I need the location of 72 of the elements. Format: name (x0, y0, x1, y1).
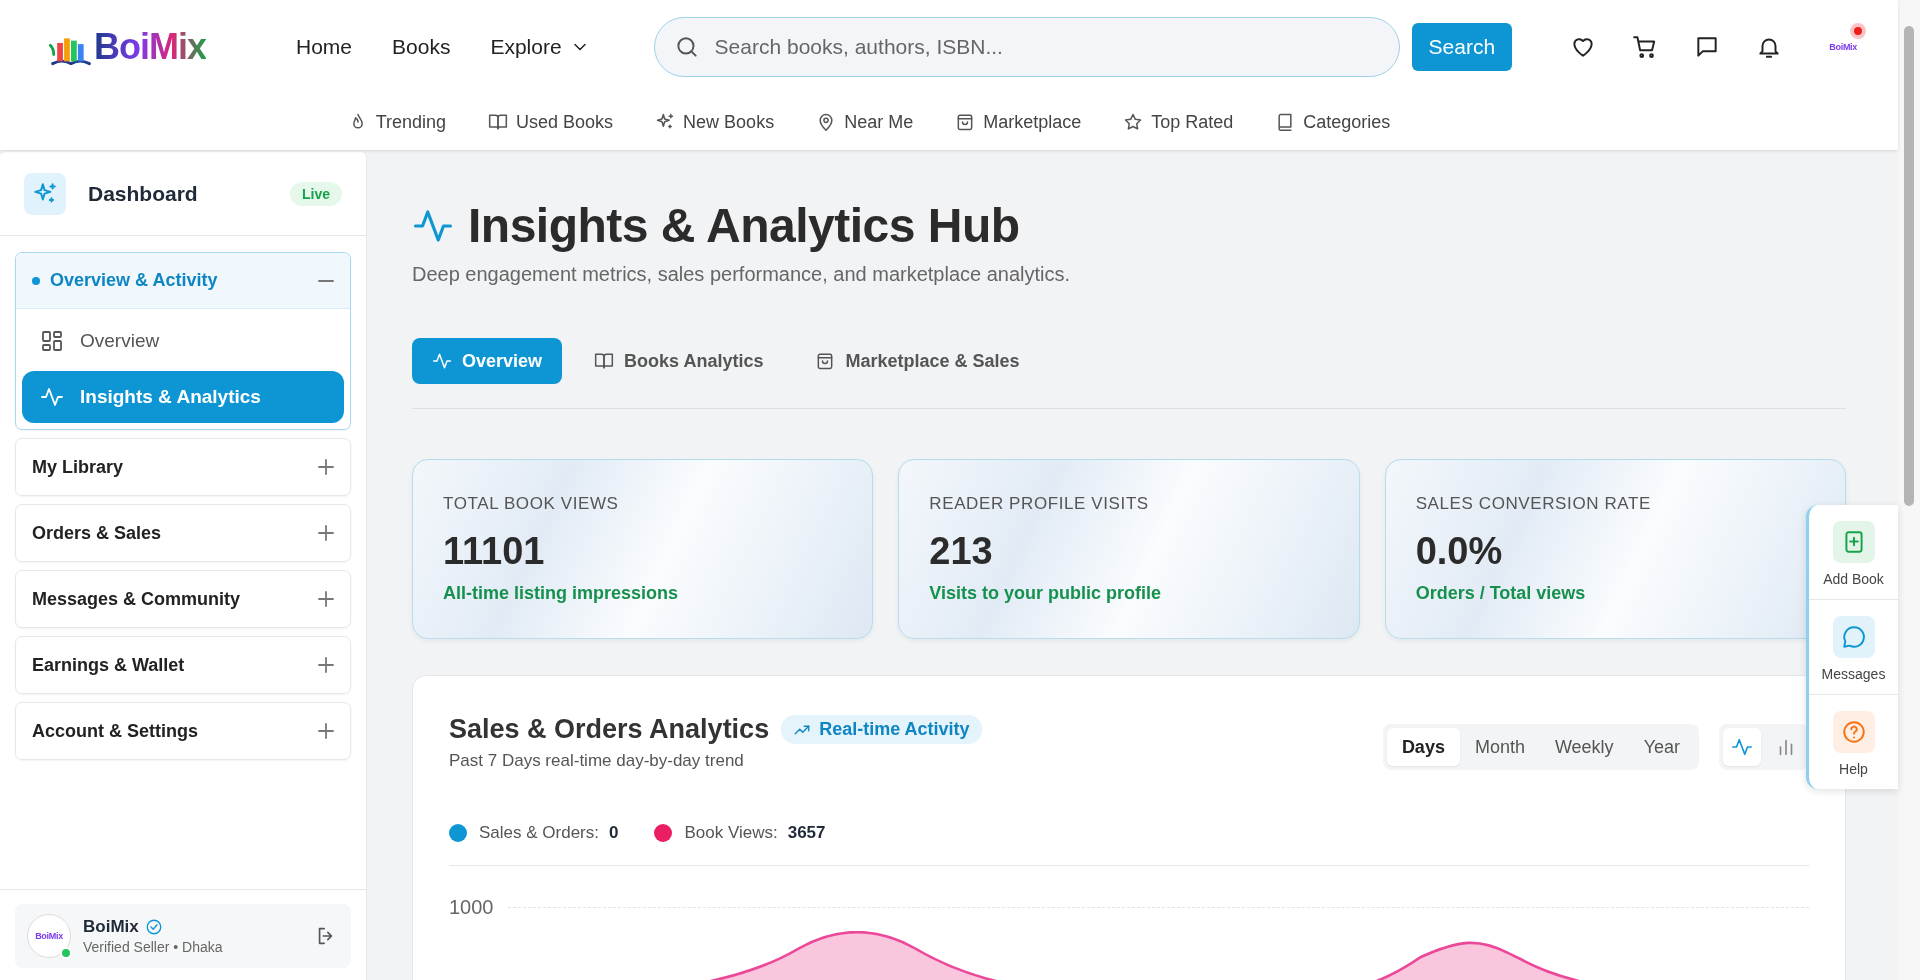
activity-badge: Real-time Activity (781, 715, 982, 744)
pulse-icon (40, 385, 64, 409)
book-icon (594, 351, 615, 371)
subnav-link[interactable]: New Books (655, 111, 775, 133)
stat-label: READER PROFILE VISITS (929, 494, 1150, 514)
scrollbar[interactable] (1898, 0, 1920, 980)
sparkle-icon (24, 172, 66, 215)
plus-icon (318, 591, 334, 607)
pulse-icon (432, 351, 452, 371)
period-option[interactable]: Year (1628, 728, 1695, 766)
page-subtitle: Deep engagement metrics, sales performance, and marketplace analytics. (412, 263, 1072, 286)
pulse-icon (1731, 736, 1753, 758)
group-header[interactable]: Messages & Community (16, 571, 350, 627)
star-icon (1123, 112, 1144, 132)
period-option[interactable]: Days (1386, 728, 1460, 766)
subnav-link[interactable]: Marketplace (955, 111, 1082, 133)
period-option[interactable]: Weekly (1539, 728, 1629, 766)
legend-value: 0 (609, 823, 619, 843)
help-icon (1840, 719, 1867, 745)
subnav-link[interactable]: Near Me (816, 111, 914, 133)
panel-subtitle: Past 7 Days real-time day-by-day trend (449, 751, 745, 771)
avatar: BoiMix (27, 914, 71, 958)
book-icon (488, 112, 509, 132)
line-chart-button[interactable] (1723, 728, 1761, 766)
group-header[interactable]: My Library (16, 439, 350, 495)
nav-link[interactable]: Home (296, 35, 353, 59)
stat-value: 11101 (443, 530, 546, 573)
stat-label: TOTAL BOOK VIEWS (443, 494, 620, 514)
panel-title: Sales & Orders Analytics (449, 714, 770, 745)
subnav-link[interactable]: Used Books (488, 111, 614, 133)
stat-value: 213 (929, 530, 994, 573)
group-header[interactable]: Orders & Sales (16, 505, 350, 561)
group-header[interactable]: Earnings & Wallet (16, 637, 350, 693)
subnav-link[interactable]: Trending (347, 111, 447, 133)
avatar[interactable]: BoiMix (1818, 27, 1869, 67)
page-title: Insights & Analytics Hub (468, 198, 1020, 253)
sidebar-title: Dashboard (88, 181, 199, 206)
chat-bubble-icon (1840, 624, 1867, 650)
quick-action-button[interactable]: Help (1809, 695, 1898, 789)
grid-icon (40, 329, 64, 353)
live-badge: Live (290, 181, 342, 206)
stat-note: Visits to your public profile (929, 583, 1163, 604)
quick-action-button[interactable]: Add Book (1809, 505, 1898, 600)
tab[interactable]: Marketplace & Sales (795, 338, 1040, 384)
stat-value: 0.0% (1415, 530, 1504, 573)
period-option[interactable]: Month (1459, 728, 1540, 766)
minus-icon (318, 278, 334, 283)
sidebar-item[interactable]: Overview (22, 315, 344, 367)
legend-value: 3657 (787, 823, 826, 843)
explore-dropdown[interactable]: Explore (490, 35, 590, 59)
quick-action-button[interactable]: Messages (1809, 600, 1898, 695)
subnav-link[interactable]: Categories (1275, 111, 1391, 133)
stat-note: Orders / Total views (1415, 583, 1587, 604)
bullet-dot (32, 276, 40, 285)
plus-icon (318, 723, 334, 739)
search-field[interactable]: Search books, authors, ISBN... (653, 17, 1400, 77)
nav-link[interactable]: Books (392, 35, 451, 59)
user-name: BoiMix (83, 917, 139, 937)
legend-label: Sales & Orders: (479, 823, 599, 843)
axis-label: 1000 (449, 896, 494, 919)
subnav-link[interactable]: Top Rated (1123, 111, 1234, 133)
plus-icon (318, 525, 334, 541)
user-subtitle: Verified Seller • Dhaka (83, 939, 224, 955)
group-header[interactable]: Account & Settings (16, 703, 350, 759)
legend-label: Book Views: (684, 823, 778, 843)
stat-label: SALES CONVERSION RATE (1415, 494, 1652, 514)
stat-note: All-time listing impressions (443, 583, 680, 604)
scrollbar-thumb[interactable] (1904, 26, 1914, 506)
plus-icon (318, 657, 334, 673)
plus-icon (318, 459, 334, 475)
tab[interactable]: Books Analytics (574, 338, 784, 384)
group-header[interactable]: Overview & Activity (16, 253, 350, 309)
